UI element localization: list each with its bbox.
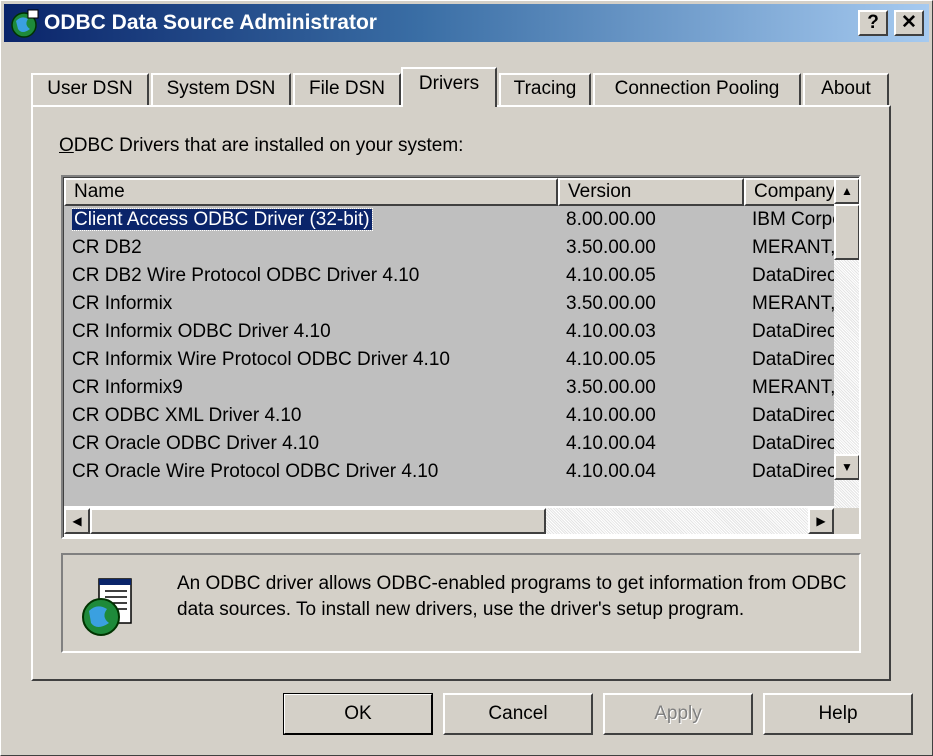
driver-company: DataDirec — [752, 349, 834, 370]
horizontal-scroll-thumb[interactable] — [90, 508, 546, 534]
driver-name-cell: CR Informix9 — [72, 374, 558, 402]
driver-name: CR Informix9 — [72, 377, 183, 398]
driver-name-cell: CR Informix — [72, 290, 558, 318]
tab-user-dsn[interactable]: User DSN — [31, 73, 149, 105]
title-bar[interactable]: ODBC Data Source Administrator ? ✕ — [4, 4, 929, 42]
driver-company: IBM Corpo — [752, 209, 834, 230]
drivers-list-inner: Name Version Company Client Access ODBC … — [63, 177, 859, 537]
scroll-up-arrow-icon[interactable]: ▲ — [834, 178, 859, 204]
table-row[interactable]: CR Informix ODBC Driver 4.10 4.10.00.03 Da… — [64, 318, 834, 346]
driver-name-cell: CR ODBC XML Driver 4.10 — [72, 402, 558, 430]
driver-company: DataDirec — [752, 461, 834, 482]
table-row[interactable]: CR Informix9 3.50.00.00 MERANT, — [64, 374, 834, 402]
info-text: An ODBC driver allows ODBC-enabled progr… — [177, 573, 847, 620]
help-button[interactable]: Help — [763, 693, 913, 735]
driver-version: 4.10.00.04 — [566, 461, 656, 482]
column-header-version[interactable]: Version — [558, 178, 744, 206]
drivers-list-label: ODBC Drivers that are installed on your … — [59, 135, 463, 157]
driver-name: CR DB2 — [72, 237, 142, 258]
driver-name: CR Informix ODBC Driver 4.10 — [72, 321, 331, 342]
column-header-name[interactable]: Name — [64, 178, 558, 206]
driver-company: DataDirec — [752, 321, 834, 342]
driver-version: 4.10.00.04 — [566, 433, 656, 454]
table-row[interactable]: CR ODBC XML Driver 4.10 4.10.00.00 DataDir… — [64, 402, 834, 430]
title-close-button[interactable]: ✕ — [894, 10, 924, 36]
driver-name: Client Access ODBC Driver (32-bit) — [72, 208, 373, 231]
driver-name: CR Informix — [72, 293, 173, 314]
scroll-down-arrow-icon[interactable]: ▼ — [834, 454, 859, 480]
tab-about[interactable]: About — [803, 73, 889, 105]
apply-button[interactable]: Apply — [603, 693, 753, 735]
list-header: Name Version Company — [64, 178, 859, 206]
vertical-scroll-thumb[interactable] — [834, 204, 859, 260]
driver-version: 4.10.00.03 — [566, 321, 656, 342]
tab-tracing[interactable]: Tracing — [499, 73, 591, 105]
driver-name-cell: CR Oracle Wire Protocol ODBC Driver 4.10 — [72, 458, 558, 486]
driver-name: CR ODBC XML Driver 4.10 — [72, 405, 302, 426]
drivers-list[interactable]: Name Version Company Client Access ODBC … — [61, 175, 861, 539]
list-rows: Client Access ODBC Driver (32-bit) 8.00.0… — [64, 206, 834, 506]
drivers-panel: ODBC Drivers that are installed on your … — [31, 105, 891, 681]
driver-version: 8.00.00.00 — [566, 209, 656, 230]
driver-name-cell: CR Informix Wire Protocol ODBC Driver 4.… — [72, 346, 558, 374]
driver-company: DataDirec — [752, 405, 834, 426]
table-row[interactable]: CR Informix 3.50.00.00 MERANT, — [64, 290, 834, 318]
tab-file-dsn[interactable]: File DSN — [293, 73, 401, 105]
table-row[interactable]: Client Access ODBC Driver (32-bit) 8.00.0… — [64, 206, 834, 234]
driver-company: MERANT, — [752, 293, 834, 314]
label-text: DBC Drivers that are installed on your s… — [73, 135, 464, 156]
table-row[interactable]: CR DB2 3.50.00.00 MERANT, — [64, 234, 834, 262]
driver-name: CR Informix Wire Protocol ODBC Driver 4.… — [72, 349, 450, 370]
driver-version: 4.10.00.05 — [566, 265, 656, 286]
driver-name-cell: CR Oracle ODBC Driver 4.10 — [72, 430, 558, 458]
scroll-corner — [834, 508, 859, 534]
odbc-admin-window: ODBC Data Source Administrator ? ✕ User … — [0, 0, 933, 756]
scroll-right-arrow-icon[interactable]: ▶ — [808, 508, 834, 534]
label-accelerator: O — [59, 135, 74, 156]
driver-name-cell: CR DB2 Wire Protocol ODBC Driver 4.10 — [72, 262, 558, 290]
driver-company: MERANT, — [752, 377, 834, 398]
horizontal-scrollbar[interactable]: ◀ ▶ — [64, 508, 834, 534]
odbc-driver-globe-icon — [82, 578, 132, 636]
tab-system-dsn[interactable]: System DSN — [151, 73, 291, 105]
ok-button[interactable]: OK — [283, 693, 433, 735]
driver-company: DataDirec — [752, 265, 834, 286]
table-row[interactable]: CR Informix Wire Protocol ODBC Driver 4.… — [64, 346, 834, 374]
driver-name-cell: CR Informix ODBC Driver 4.10 — [72, 318, 558, 346]
table-row[interactable]: CR DB2 Wire Protocol ODBC Driver 4.10 4.1… — [64, 262, 834, 290]
title-help-button[interactable]: ? — [858, 10, 888, 36]
driver-name: CR Oracle ODBC Driver 4.10 — [72, 433, 320, 454]
odbc-globe-icon — [11, 9, 39, 38]
tab-drivers[interactable]: Drivers — [401, 67, 497, 107]
table-row[interactable]: CR Oracle ODBC Driver 4.10 4.10.00.04 Data… — [64, 430, 834, 458]
driver-version: 3.50.00.00 — [566, 237, 656, 258]
driver-name: CR DB2 Wire Protocol ODBC Driver 4.10 — [72, 265, 420, 286]
driver-version: 3.50.00.00 — [566, 293, 656, 314]
driver-name: CR Oracle Wire Protocol ODBC Driver 4.10 — [72, 461, 439, 482]
table-row[interactable]: CR Oracle Wire Protocol ODBC Driver 4.10… — [64, 458, 834, 486]
cancel-button[interactable]: Cancel — [443, 693, 593, 735]
scroll-left-arrow-icon[interactable]: ◀ — [64, 508, 90, 534]
window-title: ODBC Data Source Administrator — [44, 11, 377, 34]
driver-company: MERANT, — [752, 237, 834, 258]
driver-company: DataDirec — [752, 433, 834, 454]
driver-name-cell: CR DB2 — [72, 234, 558, 262]
tab-connection-pooling[interactable]: Connection Pooling — [593, 73, 801, 105]
driver-version: 3.50.00.00 — [566, 377, 656, 398]
info-box: An ODBC driver allows ODBC-enabled progr… — [61, 553, 861, 653]
driver-name-cell: Client Access ODBC Driver (32-bit) — [72, 206, 558, 234]
driver-version: 4.10.00.05 — [566, 349, 656, 370]
vertical-scrollbar[interactable]: ▲ ▼ — [834, 178, 859, 508]
driver-version: 4.10.00.00 — [566, 405, 656, 426]
